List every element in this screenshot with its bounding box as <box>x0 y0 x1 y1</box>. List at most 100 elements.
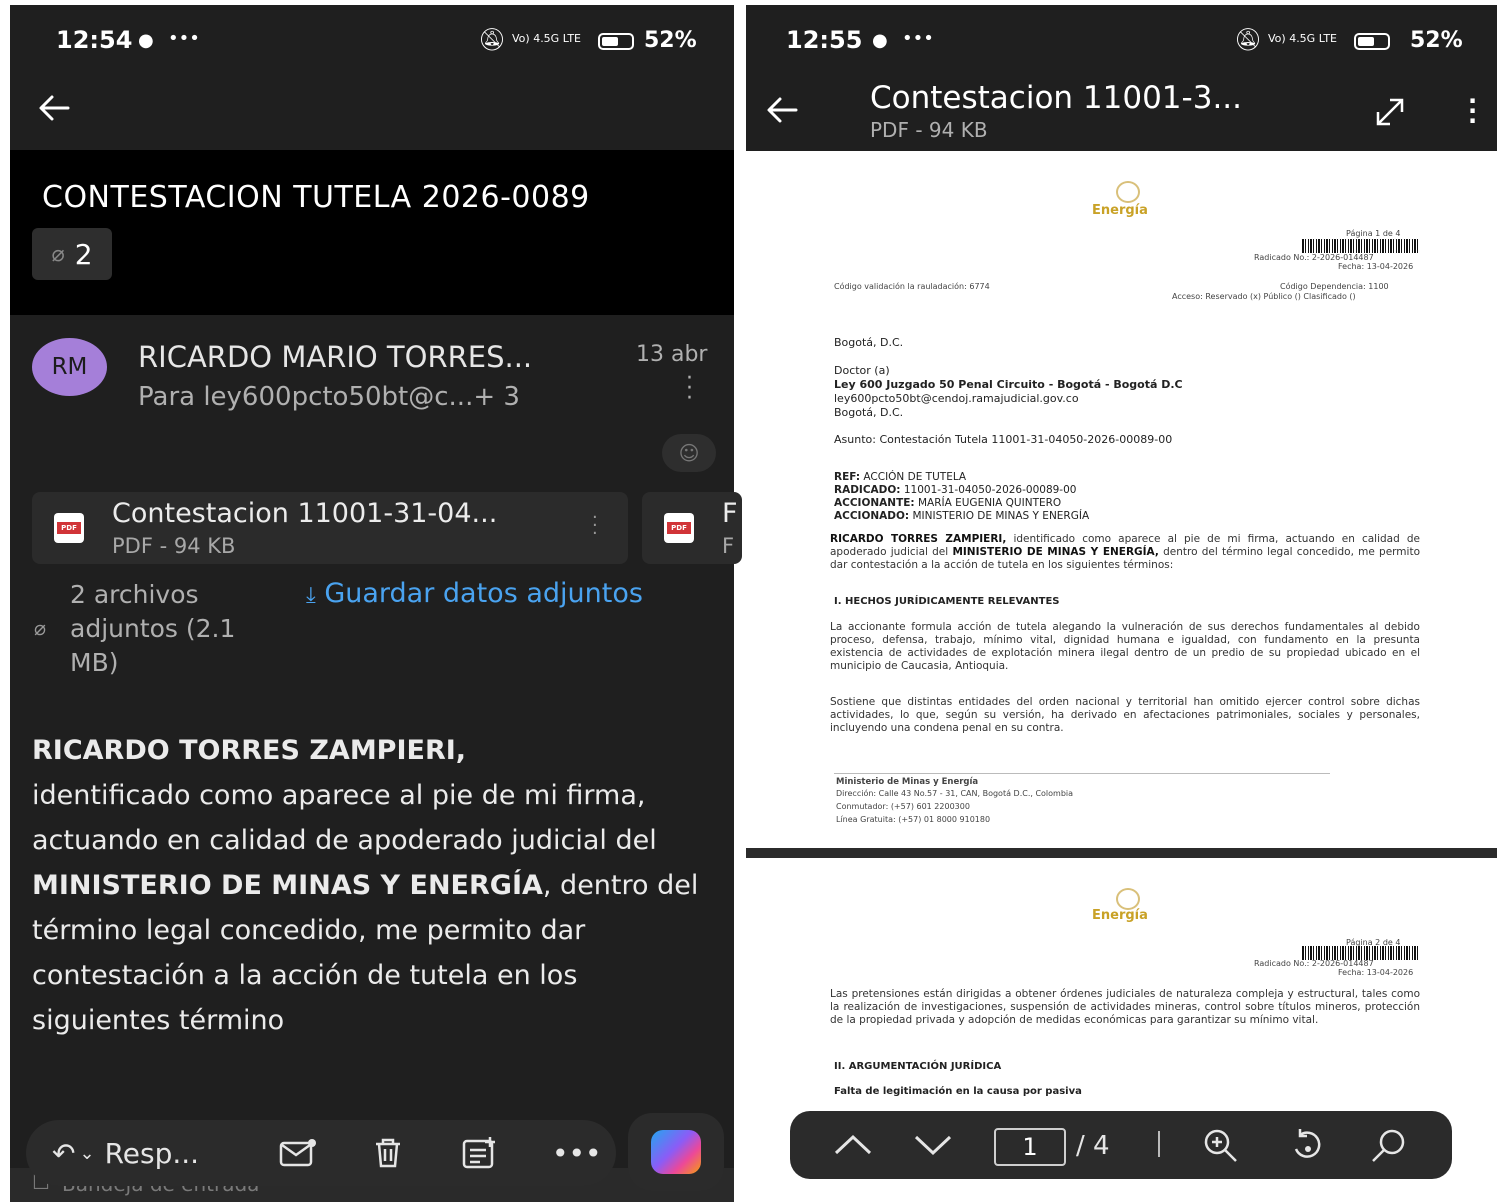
email-subject: CONTESTACION TUTELA 2026-0089 <box>42 180 590 215</box>
expand-icon[interactable] <box>1370 92 1410 136</box>
page-total: / 4 <box>1076 1131 1110 1161</box>
logo-text: Energía <box>1092 908 1148 923</box>
court: Ley 600 Juzgado 50 Penal Circuito - Bogo… <box>834 378 1183 391</box>
attachment-count: 2 <box>74 237 93 271</box>
attachment-name: F <box>722 498 738 529</box>
ref-block: REF: ACCIÓN DE TUTELA RADICADO: 11001-31… <box>834 471 1089 523</box>
asunto: Asunto: Contestación Tutela 11001-31-040… <box>834 433 1173 446</box>
battery-icon <box>598 33 634 50</box>
download-icon: ⤓ <box>306 583 316 608</box>
fecha: Fecha: 13-04-2026 <box>1338 968 1414 977</box>
footer-phone: Conmutador: (+57) 601 2200300 <box>836 802 970 811</box>
more-options-button[interactable]: ••• <box>552 1120 602 1186</box>
zoom-in-icon[interactable] <box>1200 1125 1242 1171</box>
search-icon[interactable] <box>1368 1125 1410 1171</box>
pdf-icon: PDF <box>54 513 84 543</box>
pdf-navigation-bar: 1 / 4 <box>790 1111 1452 1179</box>
summary-line-2: adjuntos (2.1 <box>70 614 236 643</box>
attachments-summary: 2 archivos adjuntos (2.1 MB) <box>70 578 235 680</box>
pdf-icon: PDF <box>664 513 694 543</box>
status-time: 12:55 <box>786 26 863 54</box>
accionante-value: MARÍA EUGENIA QUINTERO <box>917 497 1062 509</box>
battery-percent: 52% <box>1410 28 1463 53</box>
more-vertical-icon[interactable]: · · · <box>686 368 693 410</box>
attachment-card-2[interactable]: PDF F F <box>642 492 742 564</box>
recipients[interactable]: Para ley600pcto50bt@c...+ 3 <box>138 382 520 412</box>
footer-free-line: Línea Gratuita: (+57) 01 8000 910180 <box>836 815 991 824</box>
attachment-size: PDF - 94 KB <box>112 534 236 558</box>
move-icon[interactable] <box>460 1120 500 1186</box>
reaction-icon[interactable]: ☺ <box>662 434 716 472</box>
accionante-label: ACCIONANTE: <box>834 497 915 509</box>
attachment-count-badge[interactable]: ⌀ 2 <box>32 228 112 280</box>
avatar[interactable]: RM <box>32 338 107 396</box>
subsection-heading: Falta de legitimación en la causa por pa… <box>834 1086 1082 1097</box>
body-sender-name: RICARDO TORRES ZAMPIERI, <box>32 735 467 766</box>
save-attachments-label: Guardar datos adjuntos <box>324 578 643 609</box>
more-vertical-icon[interactable]: · · · <box>1468 89 1477 133</box>
pdf-page-1[interactable]: Energía Página 1 de 4 Radicado No.: 2-20… <box>746 151 1497 848</box>
paperclip-icon: ⌀ <box>34 616 47 640</box>
page-ref: Página 1 de 4 <box>1346 229 1401 238</box>
mute-icon: 🔕︎ <box>1234 28 1262 53</box>
mute-icon: 🔕︎ <box>478 28 506 53</box>
back-arrow-icon[interactable] <box>34 88 74 132</box>
chat-icon: ● <box>872 30 888 51</box>
city-2: Bogotá, D.C. <box>834 406 904 419</box>
section-heading-2: II. ARGUMENTACIÓN JURÍDICA <box>834 1061 1002 1072</box>
footer-divider <box>834 773 1330 774</box>
ref-label: REF: <box>834 471 861 483</box>
attachment-size: F <box>722 534 735 558</box>
codigo-dependencia: Código Dependencia: 1100 <box>1280 282 1389 291</box>
p1-ministry: MINISTERIO DE MINAS Y ENERGÍA, <box>952 546 1159 558</box>
radicado-value: 11001-31-04050-2026-00089-00 <box>903 484 1077 496</box>
barcode <box>1302 946 1418 960</box>
network-indicator: Vo) 4.5G LTE <box>1268 32 1337 45</box>
copilot-button[interactable] <box>628 1113 724 1191</box>
body-text-1: identificado como aparece al pie de mi f… <box>32 780 657 856</box>
ministry-logo-icon <box>1116 888 1140 910</box>
accionado-label: ACCIONADO: <box>834 510 910 522</box>
acceso: Acceso: Reservado (x) Público () Clasifi… <box>1172 292 1356 301</box>
city-1: Bogotá, D.C. <box>834 336 904 349</box>
nav-divider <box>1158 1131 1160 1157</box>
court-email: ley600pcto50bt@cendoj.ramajudicial.gov.c… <box>834 392 1079 405</box>
accionado-value: MINISTERIO DE MINAS Y ENERGÍA <box>912 510 1090 522</box>
reply-icon: ↶ <box>52 1136 76 1170</box>
attachment-name: Contestacion 11001-31-04... <box>112 498 498 529</box>
reply-button[interactable]: ↶ ⌄ Resp... <box>52 1120 199 1186</box>
paperclip-icon: ⌀ <box>51 241 65 267</box>
status-more: ••• <box>168 28 200 49</box>
radicado: Radicado No.: 2-2026-014487 <box>1254 959 1374 968</box>
email-date: 13 abr <box>636 342 708 367</box>
next-page-icon[interactable] <box>910 1125 956 1169</box>
radicado: Radicado No.: 2-2026-014487 <box>1254 253 1374 262</box>
attachment-card-1[interactable]: PDF Contestacion 11001-31-04... PDF - 94… <box>32 492 628 564</box>
summary-line-3: MB) <box>70 648 119 677</box>
fecha: Fecha: 13-04-2026 <box>1338 262 1414 271</box>
logo-text: Energía <box>1092 203 1148 218</box>
radicado-label: RADICADO: <box>834 484 901 496</box>
attachment-more-icon[interactable]: · · · <box>592 509 598 543</box>
p1-name: RICARDO TORRES ZAMPIERI, <box>830 533 1007 545</box>
pdf-subtitle: PDF - 94 KB <box>870 118 988 142</box>
back-arrow-icon[interactable] <box>762 90 802 134</box>
email-body: RICARDO TORRES ZAMPIERI, identificado co… <box>32 728 722 1043</box>
doctor: Doctor (a) <box>834 364 890 377</box>
footer-address: Dirección: Calle 43 No.57 - 31, CAN, Bog… <box>836 789 1074 798</box>
page-number-input[interactable]: 1 <box>994 1128 1066 1166</box>
mark-unread-icon[interactable] <box>278 1120 318 1186</box>
section-heading-1: I. HECHOS JURÍDICAMENTE RELEVANTES <box>834 596 1060 607</box>
save-attachments-button[interactable]: ⤓ Guardar datos adjuntos <box>306 578 643 609</box>
status-time: 12:54 <box>56 26 133 54</box>
body-ministry: MINISTERIO DE MINAS Y ENERGÍA <box>32 870 543 901</box>
status-more: ••• <box>902 28 934 49</box>
paragraph-2: La accionante formula acción de tutela a… <box>830 621 1420 672</box>
subject-header <box>10 150 734 315</box>
sender-name[interactable]: RICARDO MARIO TORRES... <box>138 340 532 374</box>
previous-page-icon[interactable] <box>830 1125 876 1169</box>
pdf-viewer-panel: 12:55 ● ••• 🔕︎ Vo) 4.5G LTE 52% Contesta… <box>742 0 1497 1202</box>
network-indicator: Vo) 4.5G LTE <box>512 32 581 45</box>
trash-icon[interactable] <box>370 1120 406 1186</box>
rotate-icon[interactable] <box>1286 1125 1328 1171</box>
